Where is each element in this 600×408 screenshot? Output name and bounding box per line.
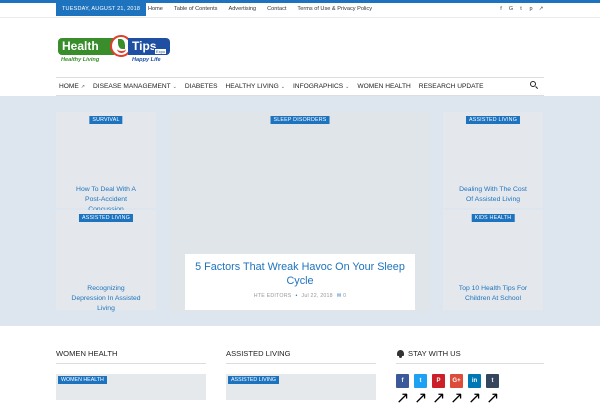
- facebook-icon[interactable]: f: [396, 374, 409, 388]
- top-link-home[interactable]: Home: [148, 3, 163, 16]
- main-navigation: HOME ↗ DISEASE MANAGEMENT ⌄ DIABETES HEALT…: [56, 77, 544, 96]
- nav-item-home[interactable]: HOME ↗: [59, 78, 85, 95]
- hero-card-health-tips-kids[interactable]: KIDS HEALTH Top 10 Health Tips For Child…: [443, 210, 543, 310]
- tumblr-icon[interactable]: t: [486, 374, 499, 388]
- featured-title[interactable]: 5 Factors That Wreak Havoc On Your Sleep…: [185, 260, 415, 288]
- nav-item-disease-management[interactable]: DISEASE MANAGEMENT ⌄: [93, 78, 177, 95]
- category-badge[interactable]: KIDS HEALTH: [471, 214, 515, 222]
- nav-label: DIABETES: [184, 83, 218, 90]
- pinterest-icon[interactable]: p: [528, 3, 534, 16]
- twitter-icon[interactable]: t: [518, 3, 524, 16]
- author[interactable]: HTE EDITORS: [254, 293, 292, 299]
- bell-icon: [396, 350, 405, 358]
- section-stay-with-us: STAY WITH US: [396, 344, 544, 364]
- section-assisted-living: ASSISTED LIVING: [226, 344, 376, 364]
- nav-items: HOME ↗ DISEASE MANAGEMENT ⌄ DIABETES HEALT…: [59, 78, 491, 95]
- category-badge[interactable]: ASSISTED LIVING: [228, 376, 280, 384]
- facebook-icon[interactable]: f: [498, 3, 504, 16]
- top-social-icons: f G t p ↗: [498, 3, 544, 16]
- category-badge[interactable]: ASSISTED LIVING: [465, 116, 521, 124]
- external-link-icon: ↗: [486, 390, 500, 407]
- social-buttons: f ↗ t ↗ P ↗ G+ ↗ in ↗ t ↗: [396, 374, 501, 407]
- nav-label: HEALTHY LIVING: [225, 83, 279, 90]
- external-link-icon: ↗: [80, 84, 85, 90]
- external-link-icon: ↗: [396, 390, 410, 407]
- nav-item-women-health[interactable]: WOMEN HEALTH: [357, 78, 410, 95]
- pinterest-icon[interactable]: P: [432, 374, 445, 388]
- post-title[interactable]: Recognizing Depression In Assisted Livin…: [56, 284, 156, 314]
- post-date: Jul 22, 2018: [301, 293, 333, 299]
- logo-stamp: Expo: [154, 48, 168, 55]
- external-link-icon: ↗: [432, 390, 446, 407]
- twitter-icon[interactable]: t: [414, 374, 427, 388]
- date-badge: TUESDAY, AUGUST 21, 2018: [56, 3, 147, 16]
- featured-caption: 5 Factors That Wreak Havoc On Your Sleep…: [185, 254, 415, 310]
- post-title[interactable]: Dealing With The Cost Of Assisted Living: [443, 185, 543, 205]
- search-icon[interactable]: [530, 81, 540, 91]
- logo-tagline-right: Happy Life: [132, 57, 161, 63]
- social-button-wrap: P ↗: [432, 374, 447, 407]
- hero-card-cost-assisted[interactable]: ASSISTED LIVING Dealing With The Cost Of…: [443, 112, 543, 208]
- category-badge[interactable]: SLEEP DISORDERS: [270, 116, 330, 124]
- section-heading[interactable]: WOMEN HEALTH: [56, 344, 206, 364]
- post-title[interactable]: Top 10 Health Tips For Children At Schoo…: [443, 284, 543, 304]
- top-link-table-of-contents[interactable]: Table of Contents: [174, 3, 218, 16]
- category-badge[interactable]: WOMEN HEALTH: [58, 376, 107, 384]
- comment-count[interactable]: 0: [343, 293, 346, 299]
- hero-card-post-accident[interactable]: SURVIVAL How To Deal With A Post-Acciden…: [56, 112, 156, 213]
- section-women-health: WOMEN HEALTH: [56, 344, 206, 364]
- external-link-icon: ↗: [450, 390, 464, 407]
- featured-meta: HTE EDITORS • Jul 22, 2018 ✉ 0: [185, 293, 415, 299]
- google-plus-icon[interactable]: G: [508, 3, 514, 16]
- separator-dot: •: [295, 293, 298, 299]
- nav-label: RESEARCH UPDATE: [418, 83, 484, 90]
- women-health-thumbnail[interactable]: WOMEN HEALTH: [56, 374, 206, 400]
- nav-item-infographics[interactable]: INFOGRAPHICS ⌄: [293, 78, 349, 95]
- chevron-down-icon: ⌄: [345, 84, 350, 90]
- social-button-wrap: in ↗: [468, 374, 483, 407]
- nav-label: DISEASE MANAGEMENT: [92, 83, 171, 90]
- hero-card-depression[interactable]: ASSISTED LIVING Recognizing Depression I…: [56, 210, 156, 312]
- section-heading: STAY WITH US: [408, 349, 461, 358]
- logo-word-left: Health: [58, 38, 114, 55]
- top-link-advertising[interactable]: Advertising: [228, 3, 256, 16]
- external-link-icon: ↗: [414, 390, 428, 407]
- nav-item-research-update[interactable]: RESEARCH UPDATE: [419, 78, 484, 95]
- category-badge[interactable]: ASSISTED LIVING: [78, 214, 134, 222]
- assisted-living-thumbnail[interactable]: ASSISTED LIVING: [226, 374, 376, 400]
- linkedin-icon[interactable]: in: [468, 374, 481, 388]
- social-button-wrap: G+ ↗: [450, 374, 465, 407]
- top-bar: TUESDAY, AUGUST 21, 2018 Home Table of C…: [0, 3, 600, 18]
- section-heading[interactable]: ASSISTED LIVING: [226, 344, 376, 364]
- site-logo[interactable]: Health Tips Expo Healthy Living Happy Li…: [58, 35, 170, 68]
- nav-item-diabetes[interactable]: DIABETES: [185, 78, 218, 95]
- social-button-wrap: t ↗: [414, 374, 429, 407]
- top-links: Home Table of Contents Advertising Conta…: [148, 3, 383, 16]
- chevron-down-icon: ⌄: [172, 84, 177, 90]
- social-button-wrap: f ↗: [396, 374, 411, 407]
- nav-item-healthy-living[interactable]: HEALTHY LIVING ⌄: [226, 78, 285, 95]
- top-link-terms[interactable]: Terms of Use & Privacy Policy: [297, 3, 372, 16]
- logo-tagline-left: Healthy Living: [61, 57, 100, 63]
- google-plus-icon[interactable]: G+: [450, 374, 463, 388]
- nav-label: INFOGRAPHICS: [292, 83, 344, 90]
- social-button-wrap: t ↗: [486, 374, 501, 407]
- external-link-icon[interactable]: ↗: [538, 3, 544, 16]
- top-link-contact[interactable]: Contact: [267, 3, 286, 16]
- external-link-icon: ↗: [468, 390, 482, 407]
- category-badge[interactable]: SURVIVAL: [89, 116, 123, 124]
- nav-label: WOMEN HEALTH: [357, 83, 411, 90]
- nav-label: HOME: [59, 83, 79, 90]
- chevron-down-icon: ⌄: [280, 84, 285, 90]
- comment-icon: ✉: [336, 293, 342, 299]
